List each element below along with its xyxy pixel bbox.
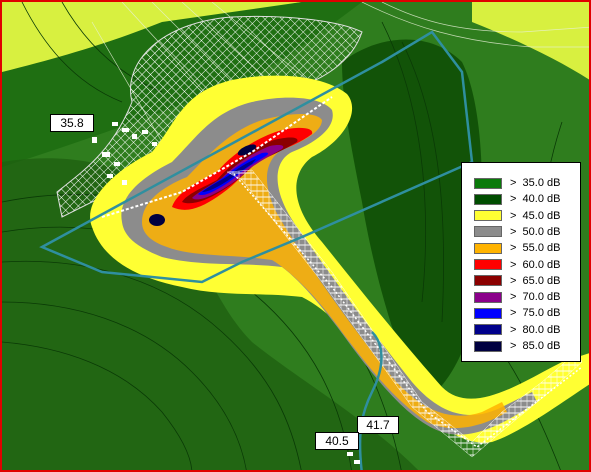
legend-swatch — [474, 324, 502, 336]
map-frame: 35.8 41.7 40.5 > 35.0 dB > 40.0 dB > 45.0 … — [0, 0, 591, 472]
legend-label: > 80.0 dB — [510, 323, 561, 336]
legend-item: > 85.0 dB — [474, 339, 560, 353]
legend-swatch — [474, 226, 502, 238]
legend-swatch — [474, 275, 502, 287]
legend-item: > 60.0 dB — [474, 258, 560, 272]
legend-item: > 65.0 dB — [474, 274, 560, 288]
noise-level-legend: > 35.0 dB > 40.0 dB > 45.0 dB > 50.0 dB > 55… — [461, 162, 581, 362]
receiver-label-a: 35.8 — [50, 114, 94, 132]
legend-label: > 85.0 dB — [510, 340, 561, 352]
legend-swatch — [474, 307, 502, 319]
legend-item: > 45.0 dB — [474, 209, 560, 223]
legend-swatch — [474, 242, 502, 254]
legend-label: > 55.0 dB — [510, 242, 561, 255]
legend-item: > 55.0 dB — [474, 241, 560, 255]
legend-item: > 50.0 dB — [474, 225, 560, 239]
legend-item: > 35.0 dB — [474, 176, 560, 190]
legend-label: > 50.0 dB — [510, 225, 561, 238]
legend-item: > 80.0 dB — [474, 323, 560, 337]
receiver-label-b: 41.7 — [357, 416, 399, 434]
legend-label: > 65.0 dB — [510, 274, 561, 287]
legend-label: > 75.0 dB — [510, 307, 561, 320]
legend-swatch — [474, 210, 502, 222]
legend-swatch — [474, 291, 502, 303]
legend-label: > 60.0 dB — [510, 258, 561, 271]
legend-label: > 45.0 dB — [510, 209, 561, 222]
legend-label: > 70.0 dB — [510, 291, 561, 304]
legend-item: > 75.0 dB — [474, 306, 560, 320]
contour-85-a — [149, 214, 165, 226]
legend-swatch — [474, 340, 502, 352]
receiver-label-c: 40.5 — [315, 432, 359, 450]
legend-label: > 40.0 dB — [510, 193, 561, 206]
legend-swatch — [474, 193, 502, 205]
legend-swatch — [474, 177, 502, 189]
legend-item: > 70.0 dB — [474, 290, 560, 304]
legend-label: > 35.0 dB — [510, 177, 561, 189]
legend-item: > 40.0 dB — [474, 192, 560, 206]
legend-swatch — [474, 259, 502, 270]
